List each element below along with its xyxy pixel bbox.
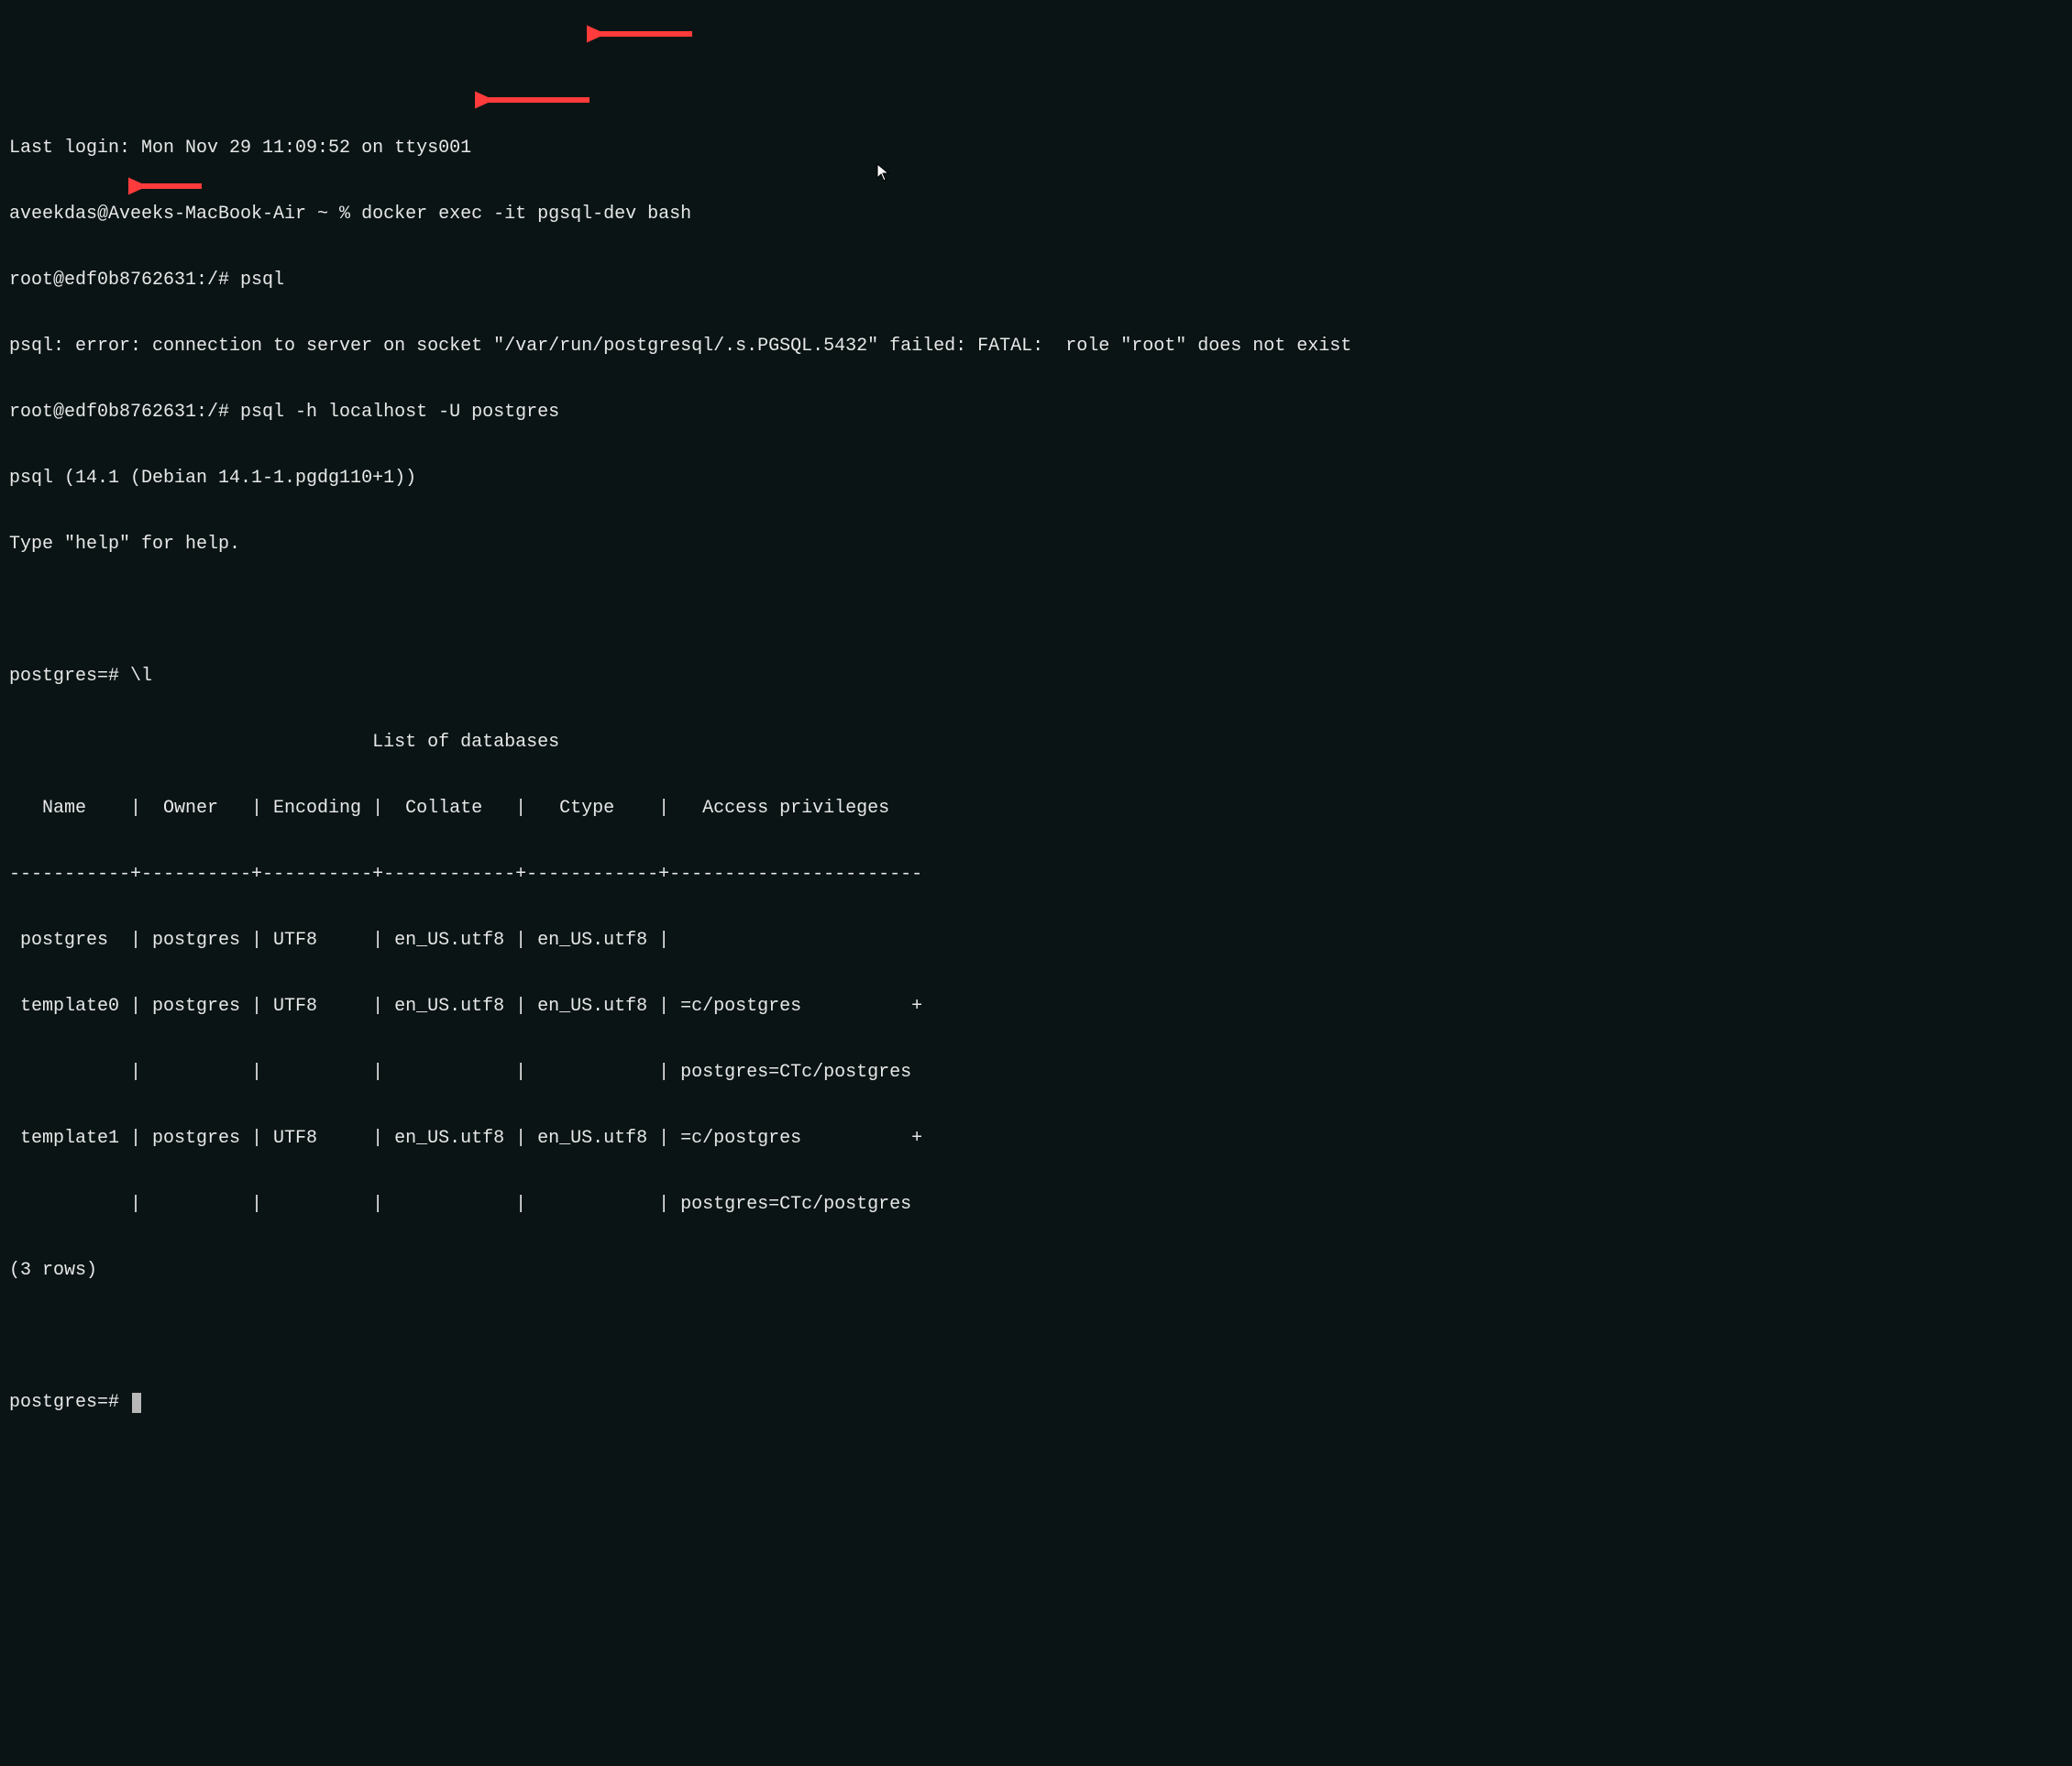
annotation-arrow-icon <box>587 20 697 48</box>
table-title: List of databases <box>9 732 2063 754</box>
cursor-block <box>132 1393 141 1413</box>
blank-line <box>9 1326 2063 1348</box>
psql-error-line: psql: error: connection to server on soc… <box>9 336 2063 358</box>
psql-help-line: Type "help" for help. <box>9 534 2063 556</box>
root-prompt-psql-host: root@edf0b8762631:/# psql -h localhost -… <box>9 402 2063 424</box>
table-row: | | | | | postgres=CTc/postgres <box>9 1194 2063 1216</box>
table-separator: -----------+----------+----------+------… <box>9 864 2063 886</box>
table-row: postgres | postgres | UTF8 | en_US.utf8 … <box>9 930 2063 952</box>
table-header: Name | Owner | Encoding | Collate | Ctyp… <box>9 798 2063 820</box>
mouse-cursor-icon <box>876 163 891 183</box>
psql-prompt-active[interactable]: postgres=# <box>9 1392 2063 1414</box>
login-info-line: Last login: Mon Nov 29 11:09:52 on ttys0… <box>9 138 2063 160</box>
blank-line <box>9 600 2063 622</box>
shell-prompt-line: aveekdas@Aveeks-MacBook-Air ~ % docker e… <box>9 204 2063 226</box>
row-count: (3 rows) <box>9 1260 2063 1282</box>
psql-version-line: psql (14.1 (Debian 14.1-1.pgdg110+1)) <box>9 468 2063 490</box>
table-row: | | | | | postgres=CTc/postgres <box>9 1062 2063 1084</box>
terminal-window[interactable]: Last login: Mon Nov 29 11:09:52 on ttys0… <box>9 94 2063 1436</box>
table-row: template0 | postgres | UTF8 | en_US.utf8… <box>9 996 2063 1018</box>
table-row: template1 | postgres | UTF8 | en_US.utf8… <box>9 1128 2063 1150</box>
psql-prompt-list: postgres=# \l <box>9 666 2063 688</box>
root-prompt-psql: root@edf0b8762631:/# psql <box>9 270 2063 292</box>
